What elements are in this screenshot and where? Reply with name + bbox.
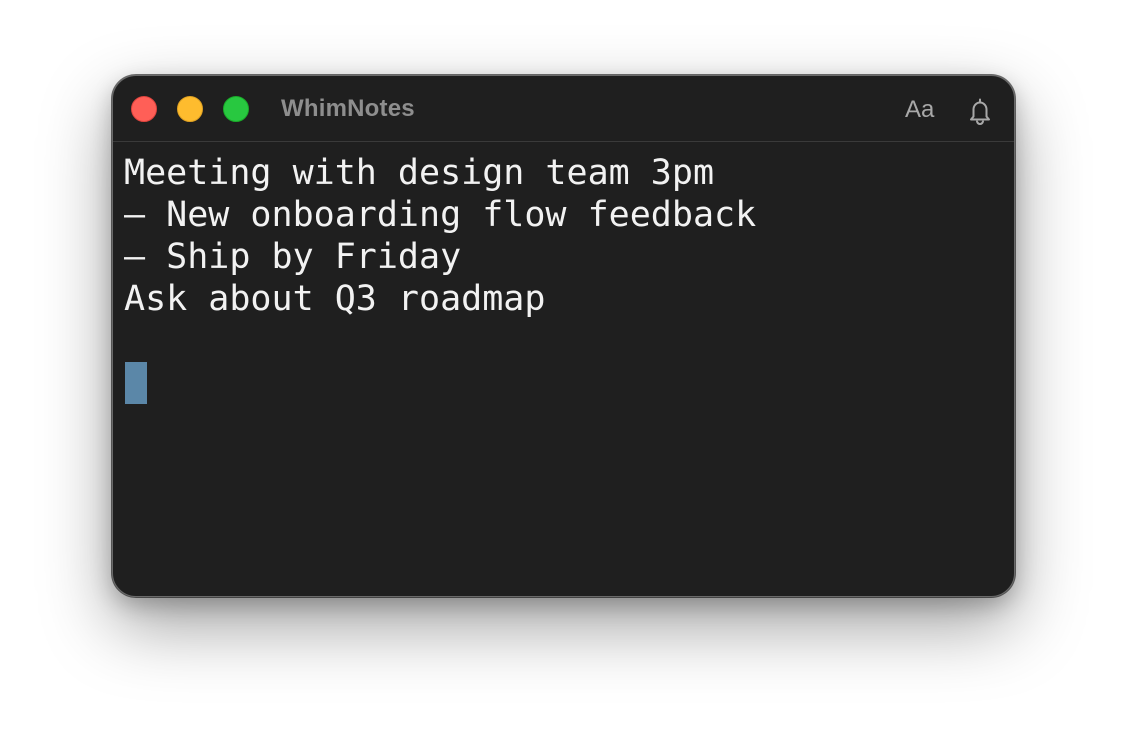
note-line: Meeting with design team 3pm	[124, 153, 715, 193]
note-editor[interactable]: Meeting with design team 3pm – New onboa…	[113, 142, 1014, 596]
note-line: Ask about Q3 roadmap	[124, 279, 546, 319]
text-cursor	[125, 362, 147, 404]
font-size-button[interactable]: Aa	[905, 97, 943, 123]
title-bar[interactable]: WhimNotes Aa	[113, 76, 1014, 142]
minimize-button[interactable]	[177, 96, 203, 122]
bell-icon	[970, 98, 990, 126]
app-title: WhimNotes	[281, 95, 415, 122]
note-line: – New onboarding flow feedback	[124, 195, 757, 235]
notifications-button[interactable]	[965, 96, 995, 126]
note-line: – Ship by Friday	[124, 237, 462, 277]
font-size-icon: Aa	[905, 96, 935, 123]
close-button[interactable]	[131, 96, 157, 122]
maximize-button[interactable]	[223, 96, 249, 122]
whimnotes-window: WhimNotes Aa Meeting with design team 3p…	[112, 75, 1015, 597]
